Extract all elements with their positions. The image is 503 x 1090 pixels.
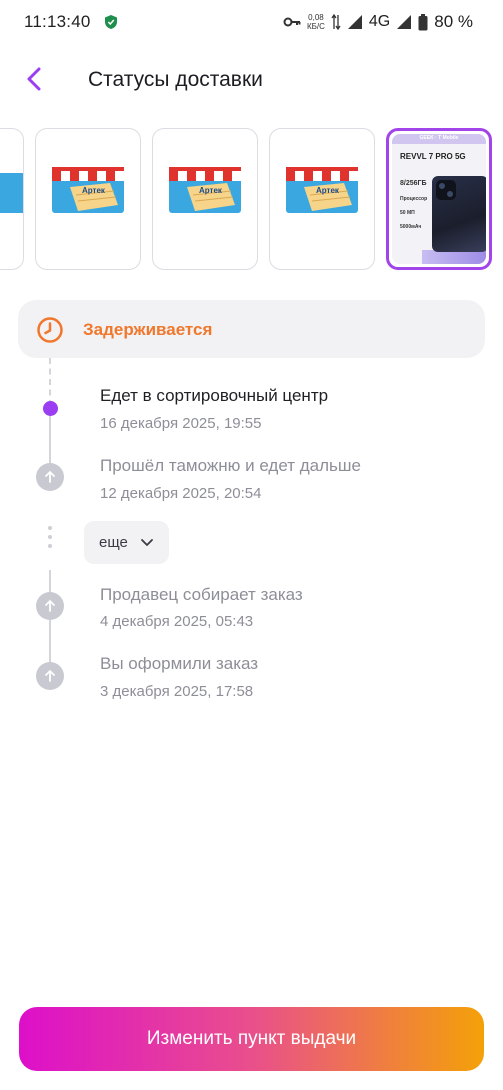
product-carousel[interactable]: Артек Артек Артек GEEK · T Mobile REVVL … (0, 128, 503, 272)
show-more-button[interactable]: еще (84, 521, 169, 564)
product-thumb[interactable]: Артек (269, 128, 375, 270)
network-speed: 0,08 КБ/С (306, 13, 325, 31)
chevron-down-icon (141, 539, 153, 546)
battery-icon (418, 13, 428, 30)
signal-icon (347, 15, 362, 29)
product-name: Артек (199, 186, 222, 195)
ad-spec: Процессор (400, 196, 428, 202)
timeline-collapsed-dots (47, 526, 53, 550)
status-indicators: 0,08 КБ/С 4G 80 % (283, 11, 473, 33)
status-title: Прошёл таможню и едет дальше (100, 456, 361, 475)
ad-title: REVVL 7 PRO 5G (400, 152, 466, 161)
battery-level: 80 % (434, 12, 473, 31)
ad-spec: 5000мАч (400, 224, 422, 230)
change-pickup-point-button[interactable]: Изменить пункт выдачи (19, 1007, 484, 1071)
page-title: Статусы доставки (88, 68, 263, 91)
header: Статусы доставки (0, 58, 503, 102)
show-more-label: еще (99, 534, 128, 551)
status-date: 16 декабря 2025, 19:55 (100, 415, 262, 432)
status-title: Едет в сортировочный центр (100, 386, 329, 405)
chevron-left-icon[interactable] (20, 64, 50, 94)
status-bar: 11:13:40 0,08 КБ/С 4G 80 % (0, 0, 503, 44)
timeline-dashed-line (49, 358, 51, 406)
key-icon (283, 17, 301, 27)
ad-spec: 50 МП (400, 210, 415, 216)
change-pickup-point-label: Изменить пункт выдачи (146, 1028, 357, 1049)
signal-icon-2 (397, 15, 412, 29)
ad-memory: 8/256ГБ (400, 180, 427, 187)
product-thumb-selected[interactable]: GEEK · T Mobile REVVL 7 PRO 5G 8/256ГБ П… (386, 128, 492, 270)
wafer-pack-image (0, 173, 23, 213)
phone-image (432, 176, 486, 252)
product-thumb[interactable]: Артек (35, 128, 141, 270)
status-date: 12 декабря 2025, 20:54 (100, 485, 262, 502)
data-arrows-icon (331, 14, 341, 30)
phone-ad-image: GEEK · T Mobile REVVL 7 PRO 5G 8/256ГБ П… (392, 134, 486, 264)
status-date: 3 декабря 2025, 17:58 (100, 683, 254, 700)
ad-brand: GEEK · T Mobile (419, 135, 459, 141)
product-name: Артек (316, 186, 339, 195)
arrow-up-icon (36, 463, 64, 491)
clock-icon (37, 317, 63, 343)
product-thumb[interactable]: Артек (152, 128, 258, 270)
shield-icon (105, 15, 117, 29)
delay-banner: Задерживается (18, 300, 485, 358)
product-name: Артек (82, 186, 105, 195)
arrow-up-icon (36, 662, 64, 690)
product-thumb[interactable] (0, 128, 24, 270)
delivery-timeline: Едет в сортировочный центр 16 декабря 20… (0, 358, 503, 718)
status-title: Вы оформили заказ (100, 654, 259, 673)
delay-status: Задерживается (83, 320, 213, 339)
timeline-dot-current (43, 401, 58, 416)
status-title: Продавец собирает заказ (100, 585, 303, 604)
arrow-up-icon (36, 592, 64, 620)
status-date: 4 декабря 2025, 05:43 (100, 613, 254, 630)
network-type: 4G (368, 13, 391, 30)
status-time: 11:13:40 (24, 12, 91, 31)
